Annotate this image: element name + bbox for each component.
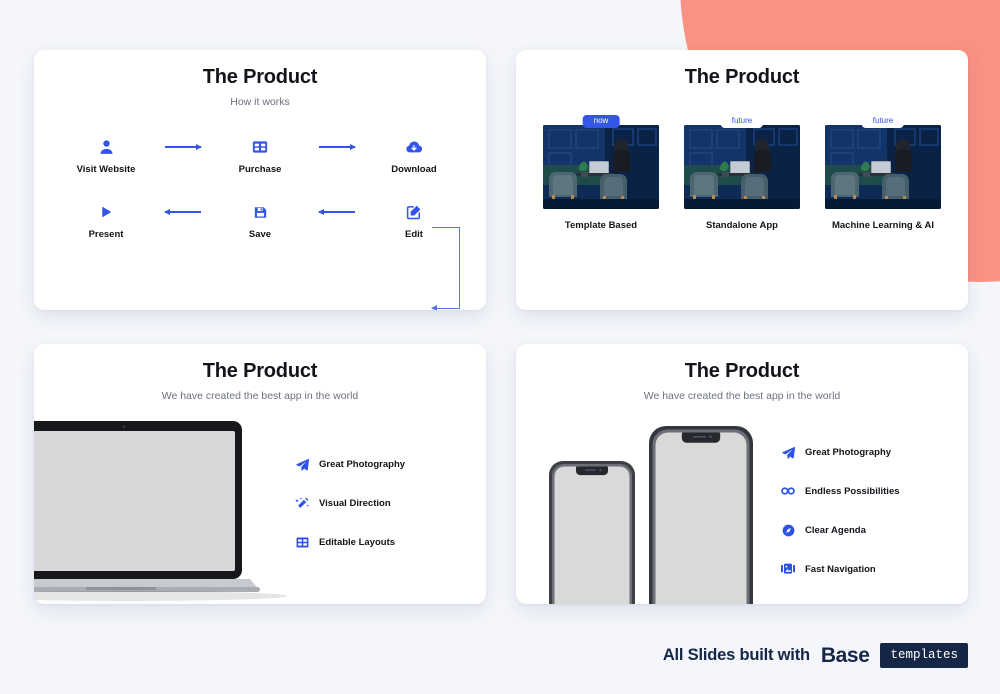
arrow-right-icon	[150, 136, 216, 158]
flow-step-label: Purchase	[238, 164, 282, 175]
compass-icon	[780, 522, 796, 538]
status-badge: future	[720, 115, 764, 128]
page-title: The Product	[684, 66, 800, 88]
magic-wand-icon	[294, 495, 310, 511]
flow-step-purchase[interactable]: Purchase	[216, 136, 304, 175]
edit-pencil-icon	[370, 201, 458, 223]
cloud-download-icon	[370, 136, 458, 158]
footer-branding: All Slides built with Base templates	[663, 643, 968, 668]
feature-item-label: Great Photography	[319, 458, 406, 470]
layout-grid-icon	[294, 534, 310, 550]
play-icon	[62, 201, 150, 223]
paper-plane-icon	[294, 456, 310, 472]
workspace-photo-thumbnail	[825, 125, 941, 209]
brand-chip: templates	[880, 643, 968, 668]
user-icon	[62, 136, 150, 158]
slide-card-laptop-features[interactable]: The Product We have created the best app…	[34, 344, 486, 604]
feature-item-label: Fast Navigation	[805, 563, 876, 575]
flow-row-forward: Visit Website Purchase Download	[62, 136, 458, 175]
feature-item-label: Clear Agenda	[805, 524, 866, 536]
infinity-icon	[780, 483, 796, 499]
flow-step-label: Visit Website	[76, 164, 136, 175]
grid-cart-icon	[216, 136, 304, 158]
flow-row-backward: Present Save Edit	[62, 201, 458, 240]
feature-item-editable-layouts[interactable]: Editable Layouts	[294, 534, 405, 550]
feature-item-label: Editable Layouts	[319, 536, 396, 548]
slide-deck: The Product How it works Visit Website P…	[0, 0, 1000, 694]
flow-step-present[interactable]: Present	[62, 201, 150, 240]
iphone-small	[549, 461, 635, 604]
feature-list: Great Photography Visual Direction Edita…	[294, 456, 405, 550]
device-stage: Great Photography Endless Possibilities	[516, 412, 968, 604]
footer-lead-text: All Slides built with	[662, 646, 810, 664]
page-subtitle: How it works	[230, 96, 290, 108]
slide-row-top: The Product How it works Visit Website P…	[34, 50, 968, 310]
feature-item-label: Great Photography	[805, 446, 892, 458]
page-title: The Product	[202, 66, 318, 88]
feature-item-great-photography[interactable]: Great Photography	[294, 456, 405, 472]
roadmap-item-label: Machine Learning & AI	[831, 220, 935, 231]
flow-step-visit-website[interactable]: Visit Website	[62, 136, 150, 175]
roadmap-item-template-based[interactable]: now Template Based	[541, 115, 661, 231]
page-subtitle: We have created the best app in the worl…	[643, 390, 841, 402]
flow-step-label: Save	[248, 229, 272, 240]
feature-item-label: Endless Possibilities	[805, 485, 900, 497]
feature-list: Great Photography Endless Possibilities	[780, 444, 900, 577]
floppy-save-icon	[216, 201, 304, 223]
loop-arrow-connector	[431, 227, 460, 310]
page-title: The Product	[684, 360, 800, 382]
feature-item-label: Visual Direction	[319, 497, 391, 509]
iphone-pair-mockup	[546, 424, 776, 604]
device-stage: Great Photography Visual Direction Edita…	[34, 412, 486, 604]
feature-item-clear-agenda[interactable]: Clear Agenda	[780, 522, 900, 538]
arrow-left-icon	[150, 201, 216, 223]
brand-name: Base	[820, 643, 870, 667]
macbook-mockup	[34, 419, 288, 604]
slide-card-roadmap[interactable]: The Product now Template Based future St…	[516, 50, 968, 310]
arrow-left-icon	[304, 201, 370, 223]
roadmap-item-standalone-app[interactable]: future Standalone App	[682, 115, 802, 231]
slide-card-phone-features[interactable]: The Product We have created the best app…	[516, 344, 968, 604]
status-badge: now	[582, 115, 620, 128]
roadmap-thumbnail-list: now Template Based future Standalone App…	[516, 115, 968, 231]
roadmap-item-label: Template Based	[564, 220, 638, 231]
feature-item-endless-possibilities[interactable]: Endless Possibilities	[780, 483, 900, 499]
arrow-right-icon	[304, 136, 370, 158]
status-badge: future	[861, 115, 905, 128]
feature-item-visual-direction[interactable]: Visual Direction	[294, 495, 405, 511]
roadmap-item-label: Standalone App	[706, 220, 778, 231]
page-subtitle: We have created the best app in the worl…	[161, 390, 359, 402]
paper-plane-icon	[780, 444, 796, 460]
image-slider-icon	[780, 561, 796, 577]
roadmap-item-machine-learning-ai[interactable]: future Machine Learning & AI	[823, 115, 943, 231]
flow-step-save[interactable]: Save	[216, 201, 304, 240]
flow-step-label: Present	[88, 229, 124, 240]
page-title: The Product	[202, 360, 318, 382]
feature-item-fast-navigation[interactable]: Fast Navigation	[780, 561, 900, 577]
flow-step-download[interactable]: Download	[370, 136, 458, 175]
iphone-large	[649, 426, 753, 604]
slide-card-process-flow[interactable]: The Product How it works Visit Website P…	[34, 50, 486, 310]
workspace-photo-thumbnail	[684, 125, 800, 209]
workspace-photo-thumbnail	[543, 125, 659, 209]
flow-step-label: Download	[391, 164, 437, 175]
slide-row-bottom: The Product We have created the best app…	[34, 344, 968, 604]
feature-item-great-photography[interactable]: Great Photography	[780, 444, 900, 460]
process-flow: Visit Website Purchase Download Present …	[34, 136, 486, 240]
